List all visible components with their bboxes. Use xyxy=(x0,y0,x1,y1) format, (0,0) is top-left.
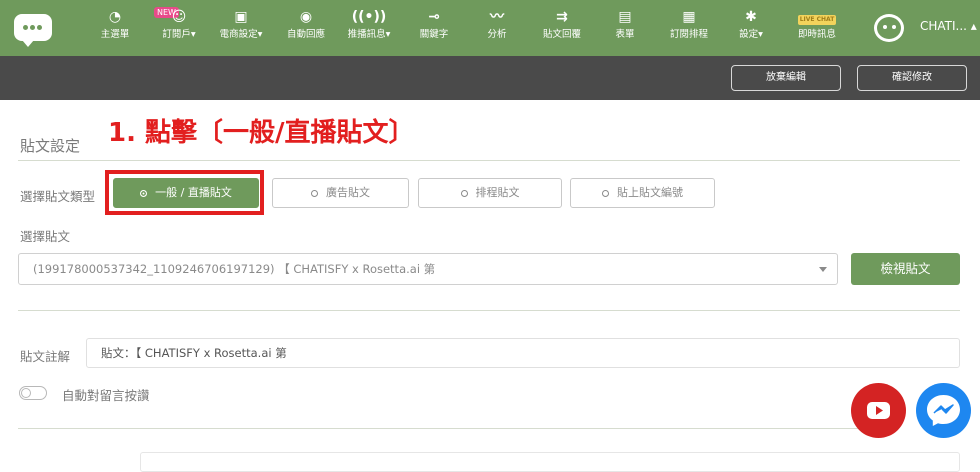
divider xyxy=(18,310,960,311)
nav-item-keywords[interactable]: ⊸ 關鍵字 xyxy=(403,6,465,50)
nav-item-label: 設定▾ xyxy=(739,29,763,40)
discard-edit-button[interactable]: 放棄編輯 xyxy=(731,65,841,91)
robot-icon: ◉ xyxy=(299,9,313,25)
tutorial-annotation: 1. 點擊〔一般/直播貼文〕 xyxy=(108,118,415,148)
post-type-scheduled[interactable]: 排程貼文 xyxy=(418,178,562,208)
reply-icon: ⇉ xyxy=(556,9,568,25)
post-type-paste-id[interactable]: 貼上貼文編號 xyxy=(570,178,715,208)
nav-item-label: 貼文回覆 xyxy=(542,29,581,40)
post-type-ad[interactable]: 廣告貼文 xyxy=(272,178,409,208)
radio-icon xyxy=(311,189,318,197)
live-chat-badge: LIVE CHAT xyxy=(797,15,837,25)
radio-icon xyxy=(460,189,468,197)
chart-icon: 〰 xyxy=(490,9,504,25)
nav-item-label: 主選單 xyxy=(100,29,130,40)
chatisfy-logo-icon[interactable] xyxy=(14,14,52,47)
nav-item-label: 電商設定▾ xyxy=(219,29,263,40)
gauge-icon: ◔ xyxy=(108,9,122,25)
live-chat-icon: LIVE CHAT xyxy=(786,6,848,28)
confirm-edit-button[interactable]: 確認修改 xyxy=(857,65,967,91)
nav-item-label: 自動回應 xyxy=(286,29,325,40)
radio-icon xyxy=(602,189,609,197)
user-name: CHATI... ▴ xyxy=(920,19,977,33)
post-type-label: 選擇貼文類型 xyxy=(20,189,96,204)
bottom-input-field[interactable] xyxy=(140,452,960,472)
auto-like-toggle[interactable] xyxy=(19,386,47,400)
post-note-input[interactable]: 貼文：【 CHATISFY x Rosetta.ai 第 xyxy=(86,338,960,368)
logo-dot xyxy=(37,25,42,30)
users-icon: ☺ xyxy=(171,9,187,25)
logo-dot xyxy=(30,25,35,30)
nav-item-label: 關鍵字 xyxy=(419,29,449,40)
youtube-icon xyxy=(867,402,890,419)
toggle-knob xyxy=(21,388,31,398)
nav-item-subscribers[interactable]: ☺ 訂閱戶▾ xyxy=(148,6,210,50)
nav-item-forms[interactable]: ▤ 表單 xyxy=(594,6,656,50)
nav-item-ecommerce[interactable]: ▣ 電商設定▾ xyxy=(210,6,272,50)
auto-like-label: 自動對留言按讚 xyxy=(62,388,150,403)
nav-item-broadcast[interactable]: ((•)) 推播訊息▾ xyxy=(338,6,400,50)
broadcast-icon: ((•)) xyxy=(351,9,387,25)
nav-item-settings[interactable]: ✱ 設定▾ xyxy=(720,6,782,50)
box-icon: ▣ xyxy=(234,9,248,25)
nav-item-live-chat[interactable]: LIVE CHAT 即時訊息 xyxy=(786,6,848,50)
post-type-option-label: 廣告貼文 xyxy=(326,186,370,199)
nav-item-label: 訂閱戶▾ xyxy=(162,29,196,40)
calendar-icon: ▦ xyxy=(682,9,696,25)
post-type-option-label: 貼上貼文編號 xyxy=(617,186,683,199)
nav-item-post-reply[interactable]: ⇉ 貼文回覆 xyxy=(531,6,593,50)
nav-item-label: 推播訊息▾ xyxy=(347,29,391,40)
youtube-button[interactable] xyxy=(851,383,906,438)
messenger-icon xyxy=(927,395,960,426)
post-select-value: (199178000537342_1109246706197129) 【 CHA… xyxy=(33,262,436,276)
nav-item-label: 分析 xyxy=(487,29,507,40)
view-post-button[interactable]: 檢視貼文 xyxy=(851,253,960,285)
nav-item-label: 訂閱排程 xyxy=(669,29,708,40)
chevron-down-icon xyxy=(819,267,827,272)
nav-item-analytics[interactable]: 〰 分析 xyxy=(466,6,528,50)
post-select-dropdown[interactable]: (199178000537342_1109246706197129) 【 CHA… xyxy=(18,253,838,285)
avatar-dot xyxy=(892,25,896,29)
messenger-button[interactable] xyxy=(916,383,971,438)
gear-icon: ✱ xyxy=(745,9,757,25)
nav-item-schedule[interactable]: ▦ 訂閱排程 xyxy=(658,6,720,50)
avatar-dot xyxy=(883,25,887,29)
avatar xyxy=(874,14,904,42)
post-select-label: 選擇貼文 xyxy=(20,229,71,244)
form-icon: ▤ xyxy=(618,9,632,25)
post-note-label: 貼文註解 xyxy=(20,349,71,364)
top-navbar: ◔ 主選單 NEW ☺ 訂閱戶▾ ▣ 電商設定▾ ◉ 自動回應 ((•)) 推播… xyxy=(0,0,980,56)
nav-item-main-menu[interactable]: ◔ 主選單 xyxy=(84,6,146,50)
key-icon: ⊸ xyxy=(428,9,440,25)
highlight-box xyxy=(105,170,264,215)
logo-dot xyxy=(23,25,28,30)
nav-item-label: 表單 xyxy=(615,29,635,40)
section-title: 貼文設定 xyxy=(20,137,81,155)
section-divider xyxy=(18,160,960,161)
nav-item-auto-reply[interactable]: ◉ 自動回應 xyxy=(275,6,337,50)
post-type-option-label: 排程貼文 xyxy=(475,186,520,199)
nav-item-label: 即時訊息 xyxy=(797,29,836,40)
divider xyxy=(18,428,858,429)
action-bar: 放棄編輯 確認修改 xyxy=(0,56,980,100)
